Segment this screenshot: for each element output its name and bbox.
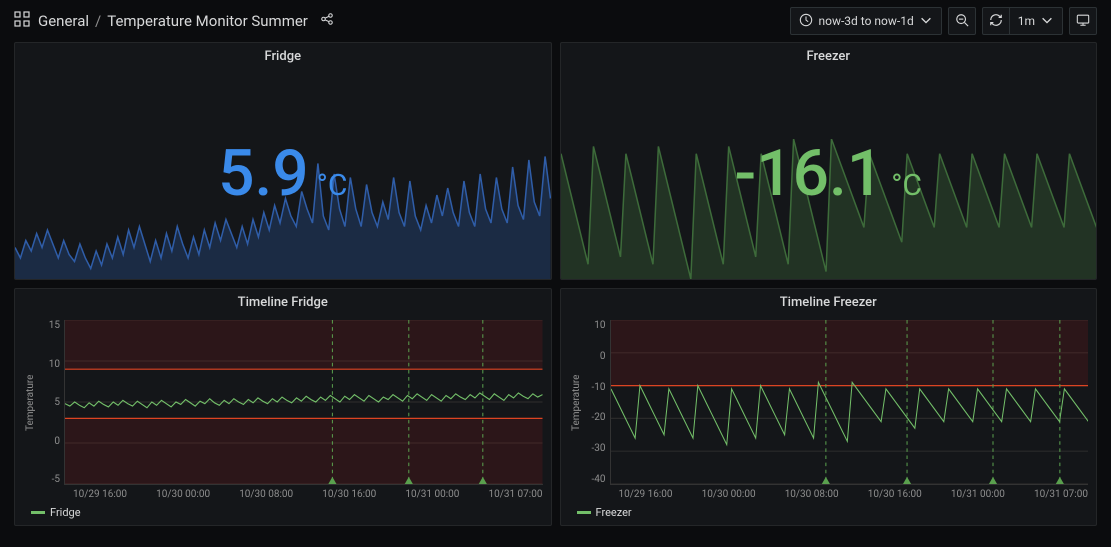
zoom-out-button[interactable]: [948, 7, 976, 35]
panel-body: Temperature 151050-5 10/29 16:0010/30 00…: [15, 314, 551, 525]
panel-title: Fridge: [15, 43, 551, 68]
y-axis-label: Temperature: [569, 320, 584, 485]
refresh-button[interactable]: [982, 7, 1010, 35]
timeline-svg: [65, 320, 543, 484]
panel-title: Timeline Fridge: [15, 289, 551, 314]
monitor-icon: [1076, 13, 1090, 30]
refresh-interval-picker[interactable]: 1m: [1010, 7, 1063, 35]
sparkline-freezer: [561, 139, 1097, 279]
panel-body: -16.1 °C: [561, 68, 1097, 279]
dashboard-header: General / Temperature Monitor Summer now…: [0, 0, 1111, 42]
breadcrumb: General / Temperature Monitor Summer: [38, 12, 308, 30]
chevron-down-icon: [919, 13, 933, 30]
panel-title: Timeline Freezer: [561, 289, 1097, 314]
breadcrumb-page[interactable]: Temperature Monitor Summer: [107, 12, 308, 30]
y-axis-ticks: 100-10-20-30-40: [584, 320, 610, 485]
dashboard-grid-icon[interactable]: [14, 11, 30, 31]
y-axis-ticks: 151050-5: [38, 320, 64, 485]
legend-label: Freezer: [596, 506, 632, 519]
time-range-label: now-3d to now-1d: [818, 14, 913, 28]
panel-fridge-stat[interactable]: Fridge 5.9 °C: [14, 42, 552, 280]
x-axis-ticks: 10/29 16:0010/30 00:0010/30 08:0010/30 1…: [23, 485, 543, 500]
header-right: now-3d to now-1d 1m: [790, 7, 1097, 35]
legend: Fridge: [23, 500, 543, 521]
legend-label: Fridge: [50, 506, 81, 519]
panel-body: 5.9 °C: [15, 68, 551, 279]
panel-timeline-fridge[interactable]: Timeline Fridge Temperature 151050-5 10/…: [14, 288, 552, 526]
zoom-out-icon: [955, 13, 969, 30]
y-axis-label: Temperature: [23, 320, 38, 485]
chevron-down-icon: [1040, 13, 1054, 30]
plot-area: [64, 320, 543, 485]
x-axis-ticks: 10/29 16:0010/30 00:0010/30 08:0010/30 1…: [569, 485, 1089, 500]
clock-icon: [799, 13, 813, 30]
breadcrumb-root[interactable]: General: [38, 12, 89, 30]
legend-swatch: [31, 511, 45, 514]
header-left: General / Temperature Monitor Summer: [14, 11, 334, 31]
panel-title: Freezer: [561, 43, 1097, 68]
breadcrumb-separator: /: [95, 12, 101, 30]
plot-area: [610, 320, 1089, 485]
panel-body: Temperature 100-10-20-30-40 10/29 16:001…: [561, 314, 1097, 525]
legend: Freezer: [569, 500, 1089, 521]
tv-mode-button[interactable]: [1069, 7, 1097, 35]
time-range-picker[interactable]: now-3d to now-1d: [790, 7, 941, 35]
panel-freezer-stat[interactable]: Freezer -16.1 °C: [560, 42, 1098, 280]
refresh-group: 1m: [982, 7, 1063, 35]
refresh-icon: [989, 13, 1003, 30]
panel-timeline-freezer[interactable]: Timeline Freezer Temperature 100-10-20-3…: [560, 288, 1098, 526]
timeline-svg: [611, 320, 1089, 484]
panel-grid: Fridge 5.9 °C Freezer -16.1 °C Timeline …: [0, 42, 1111, 540]
refresh-interval-label: 1m: [1018, 14, 1035, 28]
legend-swatch: [577, 511, 591, 514]
share-icon[interactable]: [320, 12, 334, 30]
sparkline-fridge: [15, 139, 551, 279]
